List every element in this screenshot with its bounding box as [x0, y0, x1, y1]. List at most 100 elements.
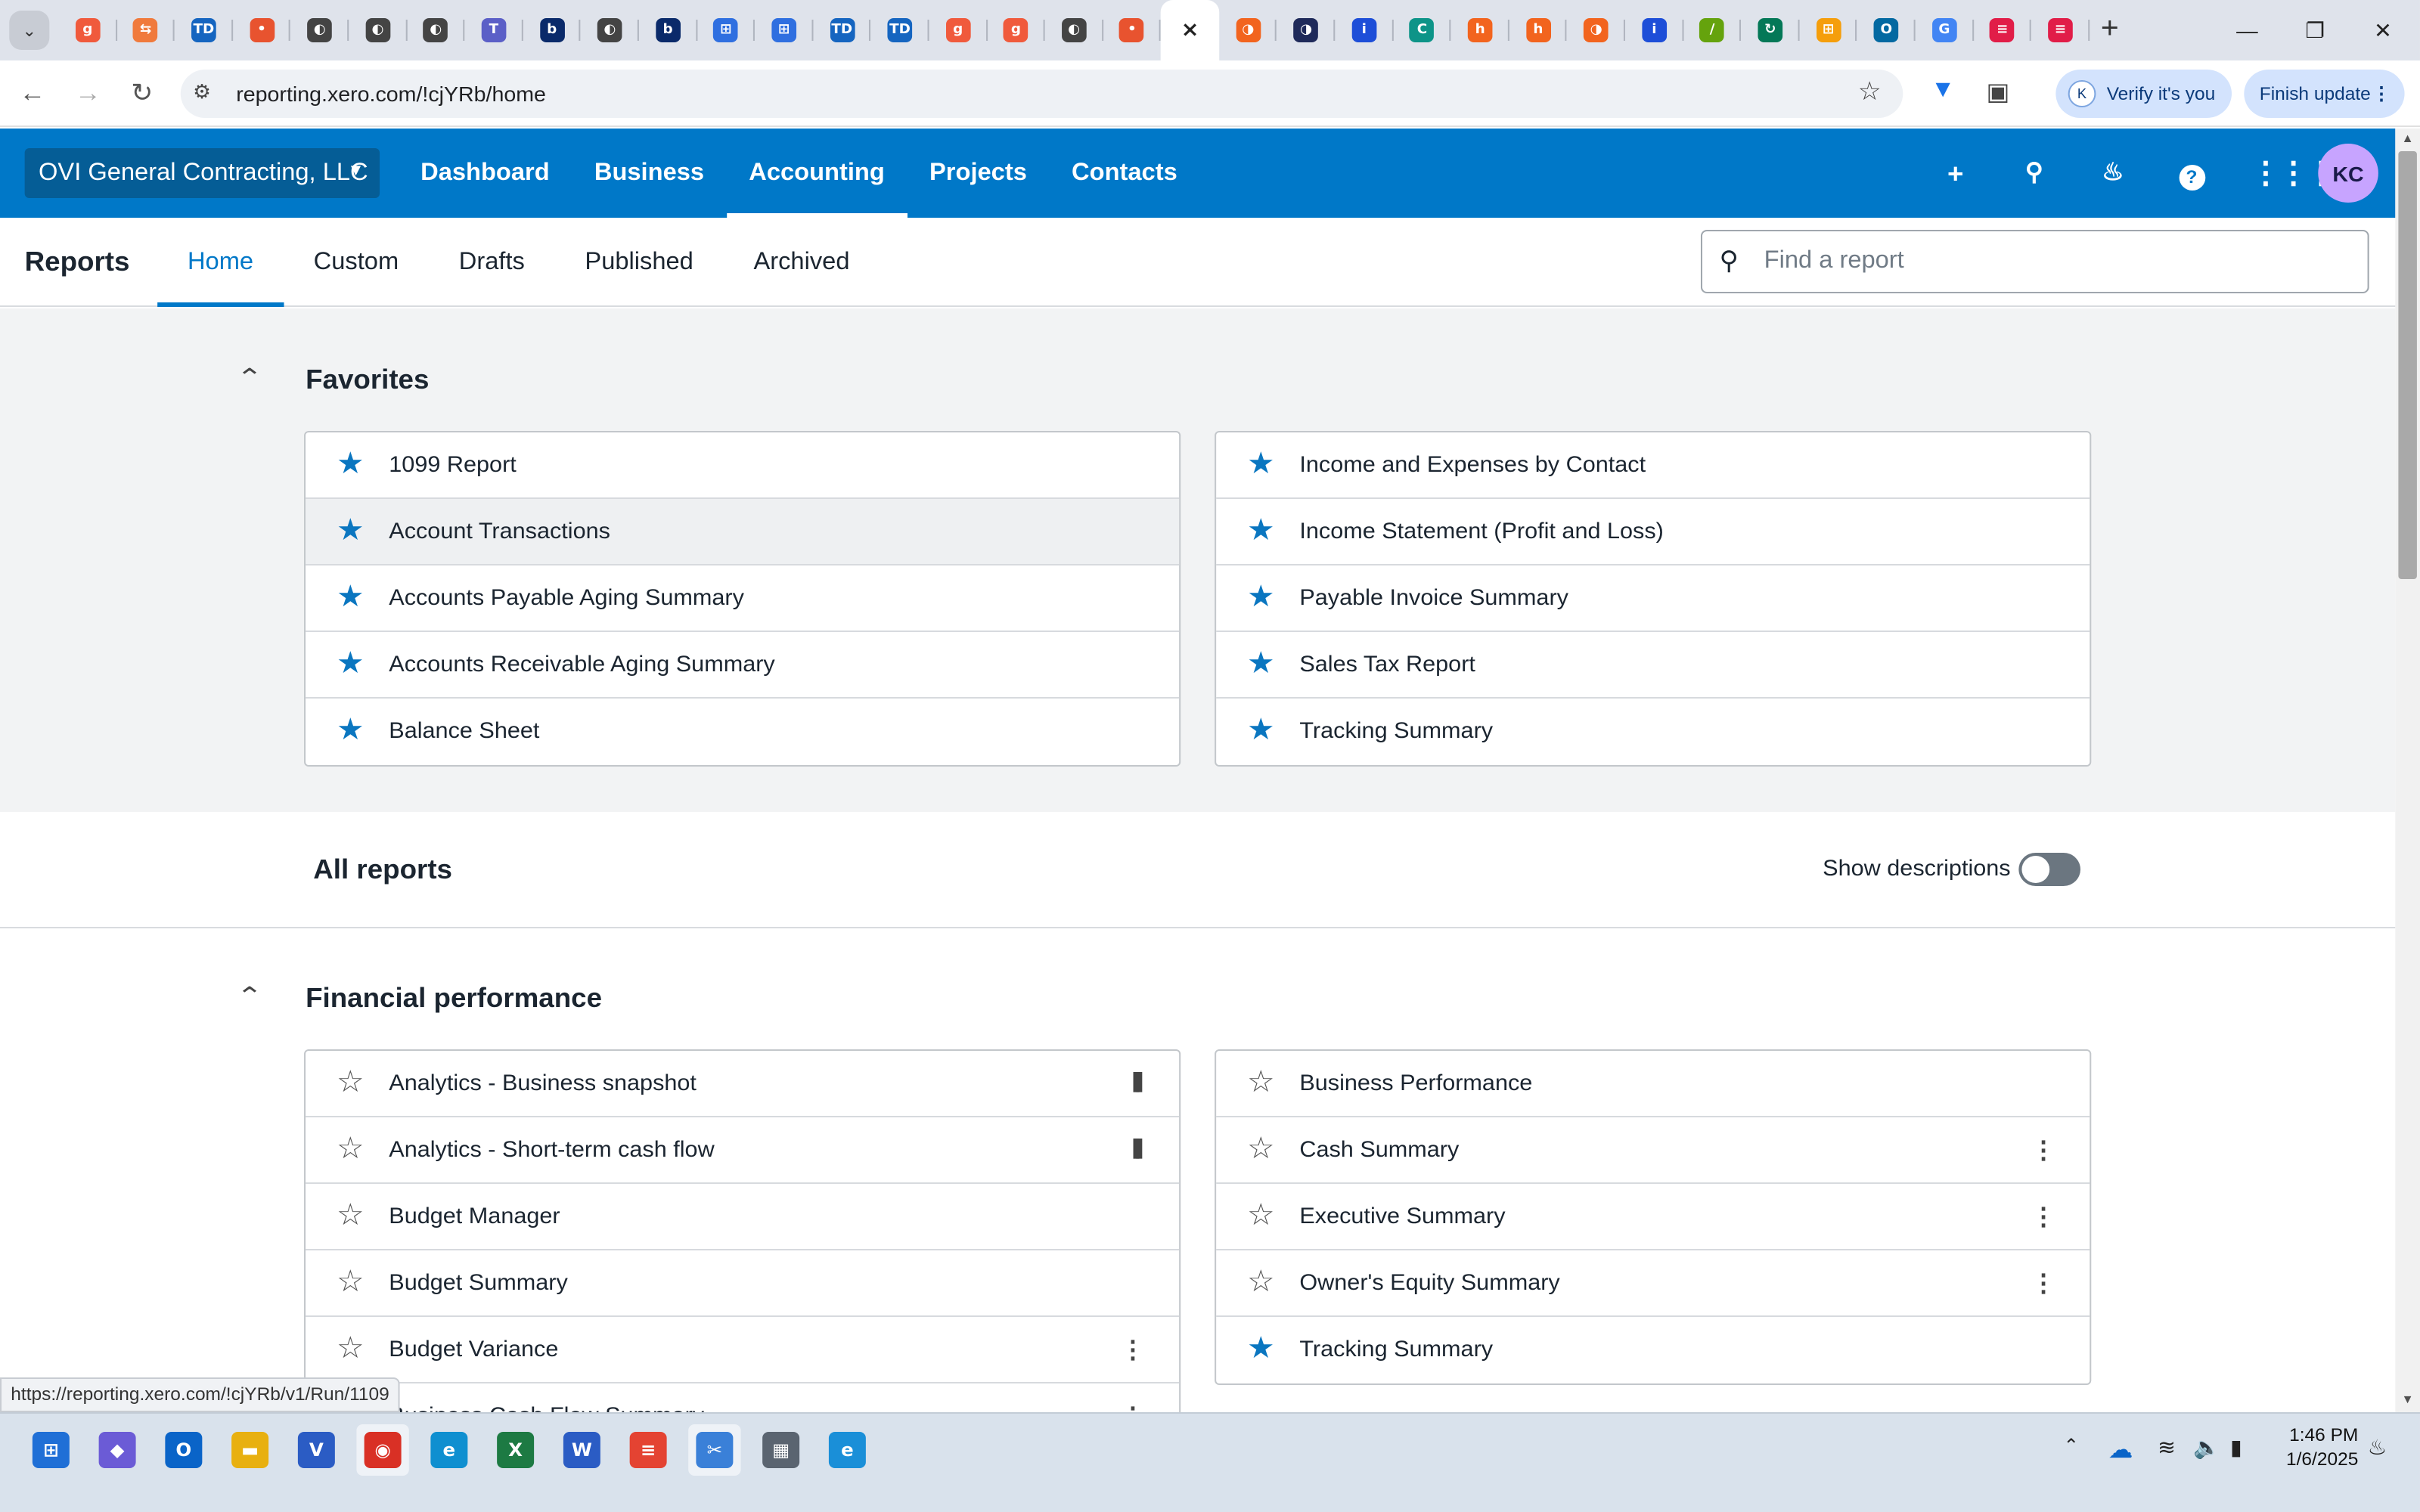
more-options-icon[interactable]: ⋮ [2031, 1202, 2056, 1232]
collapse-favorites-chevron-icon[interactable]: ⌃ [236, 363, 263, 393]
browser-tab[interactable]: g [987, 0, 1045, 60]
taskbar-visio[interactable]: V [290, 1424, 343, 1476]
star-filled-icon[interactable]: ★ [1244, 1332, 1278, 1365]
star-outline-icon[interactable]: ☆ [1244, 1199, 1278, 1232]
taskbar-edge[interactable]: e [423, 1424, 475, 1476]
forward-button[interactable]: → [70, 76, 107, 112]
wifi-icon[interactable]: ≋ [2158, 1435, 2176, 1461]
star-outline-icon[interactable]: ☆ [334, 1066, 368, 1099]
report-name[interactable]: Tracking Summary [1299, 1337, 1493, 1362]
minimize-button[interactable]: — [2214, 0, 2282, 60]
report-name[interactable]: Account Transactions [389, 519, 610, 544]
report-name[interactable]: Budget Summary [389, 1270, 568, 1296]
taskbar-calculator[interactable]: ▦ [755, 1424, 807, 1476]
tab-published[interactable]: Published [555, 218, 724, 307]
star-outline-icon[interactable]: ☆ [1244, 1066, 1278, 1099]
star-filled-icon[interactable]: ★ [334, 581, 368, 614]
report-name[interactable]: Payable Invoice Summary [1299, 585, 1568, 611]
tab-home[interactable]: Home [157, 218, 284, 307]
report-row[interactable]: ★ Account Transactions [306, 499, 1180, 565]
browser-tab[interactable]: ≡ [2031, 0, 2090, 60]
new-tab-button[interactable]: + [2093, 12, 2127, 45]
more-vert-icon[interactable]: ⋮ [2372, 83, 2391, 104]
browser-tab[interactable]: ◐ [349, 0, 407, 60]
browser-tab[interactable]: C [1393, 0, 1451, 60]
browser-tab[interactable]: TD [175, 0, 233, 60]
browser-tab[interactable]: T [465, 0, 523, 60]
taskbar-excel[interactable]: X [489, 1424, 541, 1476]
browser-tab[interactable]: ◑ [1219, 0, 1277, 60]
browser-tab[interactable]: TD [871, 0, 929, 60]
browser-tab[interactable]: ◐ [290, 0, 349, 60]
report-name[interactable]: Accounts Receivable Aging Summary [389, 652, 774, 677]
star-filled-icon[interactable]: ★ [334, 448, 368, 481]
report-name[interactable]: 1099 Report [389, 452, 516, 478]
address-bar[interactable]: ⚙ reporting.xero.com/!cjYRb/home ☆ [180, 70, 1903, 118]
collapse-financial-chevron-icon[interactable]: ⌃ [236, 981, 263, 1012]
report-row[interactable]: ★ Accounts Receivable Aging Summary [306, 632, 1180, 699]
report-row[interactable]: ★ Payable Invoice Summary [1216, 565, 2090, 632]
report-row[interactable]: ★ Income and Expenses by Contact [1216, 432, 2090, 499]
report-row[interactable]: ☆ Analytics - Business snapshot ▐▌ [306, 1051, 1180, 1117]
org-switcher[interactable]: OVI General Contracting, LLC ▼ [24, 148, 380, 198]
taskbar-file-explorer[interactable]: ▬ [224, 1424, 276, 1476]
report-row[interactable]: ☆ Budget Manager [306, 1184, 1180, 1250]
star-outline-icon[interactable]: ☆ [334, 1132, 368, 1166]
add-icon[interactable]: + [1935, 154, 1975, 194]
browser-tab[interactable]: ⊞ [1799, 0, 1857, 60]
report-row[interactable]: ☆ Executive Summary ⋮ [1216, 1184, 2090, 1250]
report-row[interactable]: ☆ Owner's Equity Summary ⋮ [1216, 1250, 2090, 1317]
report-row[interactable]: ☆ Budget Variance ⋮ [306, 1317, 1180, 1383]
nav-business[interactable]: Business [572, 129, 726, 218]
report-row[interactable]: ★ Accounts Payable Aging Summary [306, 565, 1180, 632]
bookmark-star-icon[interactable]: ☆ [1858, 77, 1882, 107]
star-outline-icon[interactable]: ☆ [334, 1266, 368, 1299]
scroll-up-arrow-icon[interactable]: ▲ [2401, 132, 2413, 145]
report-row[interactable]: ★ Income Statement (Profit and Loss) [1216, 499, 2090, 565]
browser-tab[interactable]: × [1161, 0, 1219, 60]
browser-tab[interactable]: ↻ [1741, 0, 1799, 60]
scrollbar-thumb[interactable] [2398, 151, 2417, 579]
browser-tab[interactable]: ◑ [1277, 0, 1336, 60]
taskbar-chrome[interactable]: ◉ [356, 1424, 409, 1476]
browser-tab[interactable]: b [639, 0, 697, 60]
tab-archived[interactable]: Archived [724, 218, 880, 307]
report-name[interactable]: Budget Variance [389, 1337, 558, 1362]
report-name[interactable]: Sales Tax Report [1299, 652, 1475, 677]
browser-tab[interactable]: ◑ [1567, 0, 1625, 60]
star-outline-icon[interactable]: ☆ [1244, 1132, 1278, 1166]
star-outline-icon[interactable]: ☆ [1244, 1266, 1278, 1299]
browser-tab[interactable]: ⊞ [697, 0, 755, 60]
verify-identity-button[interactable]: K Verify it's you [2055, 70, 2232, 118]
app-grid-icon[interactable]: ⋮⋮⋮ [2250, 154, 2336, 194]
report-name[interactable]: Analytics - Short-term cash flow [389, 1137, 714, 1163]
find-report-input[interactable] [1764, 239, 2351, 284]
browser-tab[interactable]: ≡ [1973, 0, 2031, 60]
browser-tab[interactable]: ⇆ [116, 0, 175, 60]
star-filled-icon[interactable]: ★ [1244, 581, 1278, 614]
site-info-icon[interactable]: ⚙ [193, 80, 211, 104]
scroll-down-arrow-icon[interactable]: ▼ [2401, 1393, 2413, 1406]
tray-chevron-icon[interactable]: ⌃ [2064, 1435, 2080, 1456]
reload-button[interactable]: ↻ [123, 76, 160, 112]
report-row[interactable]: ☆ Analytics - Short-term cash flow ▐▌ [306, 1117, 1180, 1184]
report-name[interactable]: Income Statement (Profit and Loss) [1299, 519, 1664, 544]
tab-drafts[interactable]: Drafts [429, 218, 555, 307]
star-outline-icon[interactable]: ☆ [334, 1332, 368, 1365]
browser-tab[interactable]: • [233, 0, 291, 60]
nav-dashboard[interactable]: Dashboard [399, 129, 572, 218]
star-filled-icon[interactable]: ★ [334, 647, 368, 680]
browser-tab[interactable]: h [1509, 0, 1568, 60]
volume-icon[interactable]: 🔈 [2193, 1435, 2220, 1461]
report-name[interactable]: Owner's Equity Summary [1299, 1270, 1559, 1296]
browser-tab[interactable]: ◐ [407, 0, 465, 60]
report-row[interactable]: ☆ Budget Summary [306, 1250, 1180, 1317]
report-row[interactable]: ★ Tracking Summary [1216, 1317, 2090, 1383]
page-scrollbar[interactable]: ▲ ▼ [2395, 129, 2420, 1412]
report-name[interactable]: Executive Summary [1299, 1204, 1505, 1229]
user-avatar[interactable]: KC [2318, 144, 2378, 203]
report-name[interactable]: Budget Manager [389, 1204, 560, 1229]
more-options-icon[interactable]: ⋮ [2031, 1269, 2056, 1299]
browser-tab[interactable]: / [1683, 0, 1742, 60]
notifications-icon[interactable]: ♨ [2368, 1435, 2387, 1461]
